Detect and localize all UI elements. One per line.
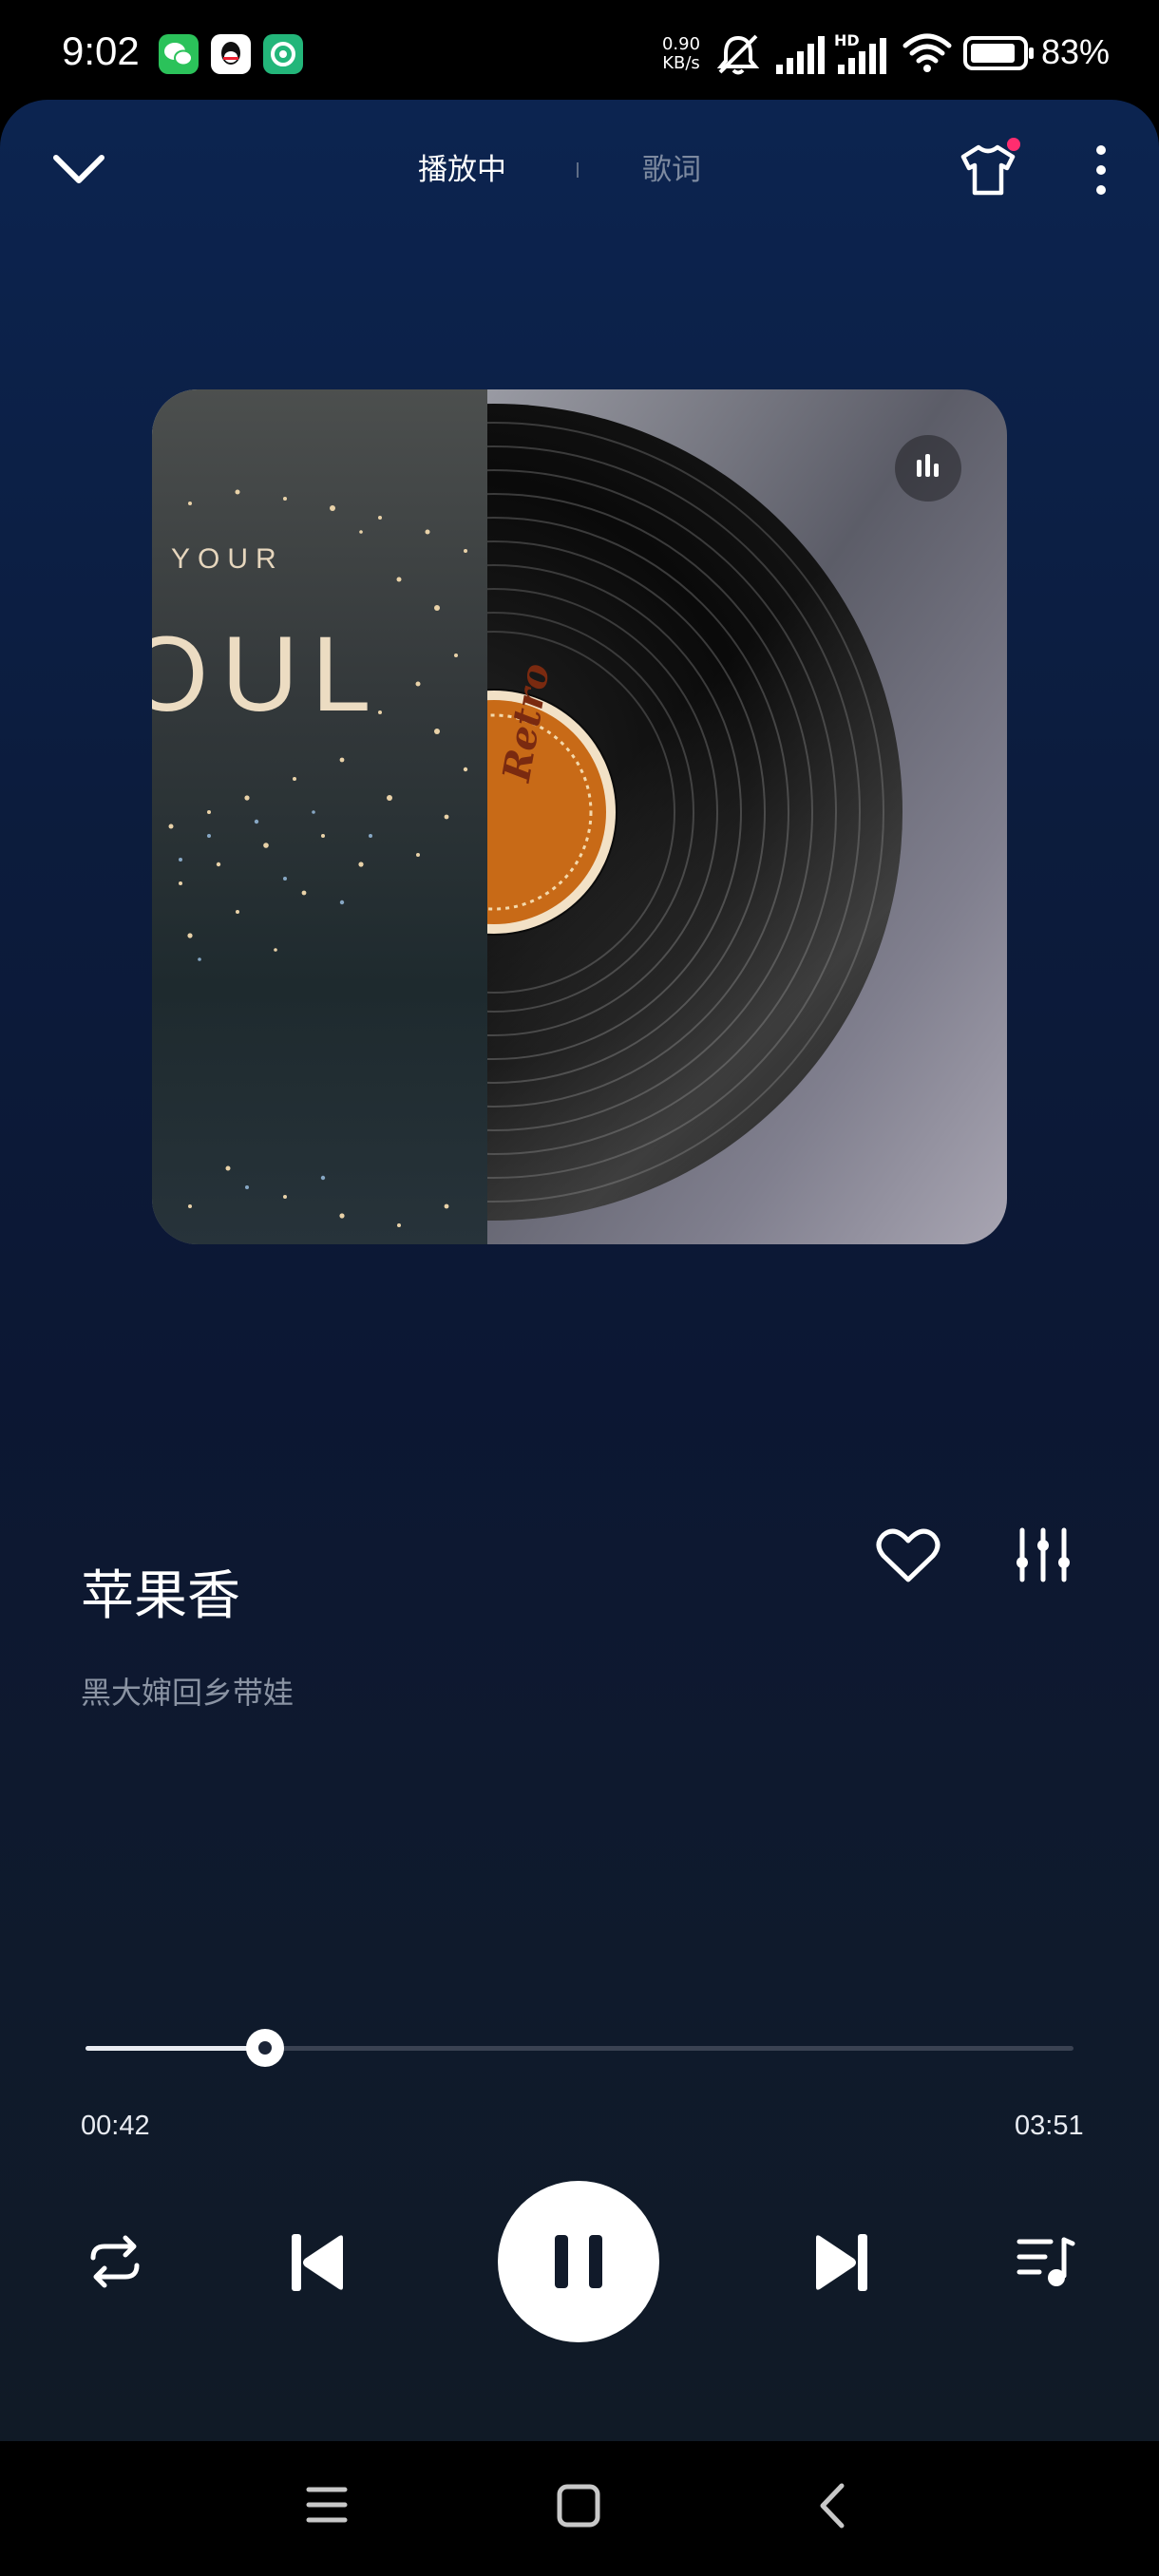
progress-slider[interactable] — [86, 2029, 1074, 2067]
mute-icon — [716, 34, 760, 75]
app-icon — [263, 34, 303, 74]
battery-percent: 83% — [1041, 32, 1111, 71]
status-time: 9:02 — [62, 28, 140, 73]
top-bar: 播放中 歌词 — [0, 100, 1159, 233]
status-bar: 9:02 0.90 KB/s HD 83% — [0, 0, 1159, 100]
previous-track-icon[interactable] — [290, 2232, 347, 2293]
equalizer-bars-icon — [917, 454, 939, 477]
collapse-chevron-icon[interactable] — [52, 152, 105, 186]
notification-dot — [1007, 138, 1020, 151]
net-speed-unit: KB/s — [662, 53, 700, 73]
net-speed-value: 0.90 — [661, 34, 701, 54]
total-time: 03:51 — [1015, 2111, 1084, 2141]
qq-icon — [211, 34, 251, 74]
song-artist[interactable]: 黑大婶回乡带娃 — [81, 1669, 294, 1713]
now-playing-screen: 播放中 歌词 Retro YOUR OUL 苹果香 黑大婶回乡带娃 00:42 … — [0, 100, 1159, 2441]
shirt-icon — [960, 144, 1016, 196]
skin-button[interactable] — [960, 138, 1020, 199]
sparkle-pattern — [168, 489, 468, 1227]
more-menu-icon[interactable] — [1087, 143, 1115, 197]
cover-art-half: YOUR OUL — [152, 389, 487, 1244]
system-nav-bar — [0, 2441, 1159, 2576]
cover-text-line1: YOUR — [171, 543, 284, 575]
battery-icon — [963, 36, 1034, 70]
next-track-icon[interactable] — [812, 2232, 869, 2293]
progress-thumb[interactable] — [246, 2029, 285, 2067]
repeat-mode-icon[interactable] — [86, 2233, 144, 2290]
wifi-icon — [902, 33, 952, 72]
current-time: 00:42 — [81, 2111, 150, 2141]
tab-lyrics[interactable]: 歌词 — [642, 145, 701, 188]
album-cover[interactable]: Retro YOUR OUL — [152, 389, 1007, 1244]
progress-fill — [86, 2046, 266, 2051]
cover-text-line2: OUL — [152, 615, 385, 733]
signal-hd-icon — [838, 38, 886, 74]
visualizer-button[interactable] — [895, 435, 961, 502]
back-icon[interactable] — [815, 2482, 847, 2529]
home-icon[interactable] — [557, 2484, 600, 2528]
tab-now-playing[interactable]: 播放中 — [418, 145, 506, 188]
menu-icon[interactable] — [306, 2484, 348, 2526]
signal-icon — [776, 36, 825, 74]
playlist-icon[interactable] — [1016, 2234, 1075, 2289]
like-heart-icon[interactable] — [876, 1527, 940, 1584]
song-title: 苹果香 — [81, 1565, 240, 1627]
pause-icon — [555, 2235, 602, 2288]
net-speed: 0.90 KB/s — [657, 35, 705, 73]
sound-effects-icon[interactable] — [1015, 1526, 1072, 1583]
play-pause-button[interactable] — [498, 2181, 659, 2342]
wechat-icon — [159, 34, 199, 74]
tab-divider — [577, 162, 579, 178]
